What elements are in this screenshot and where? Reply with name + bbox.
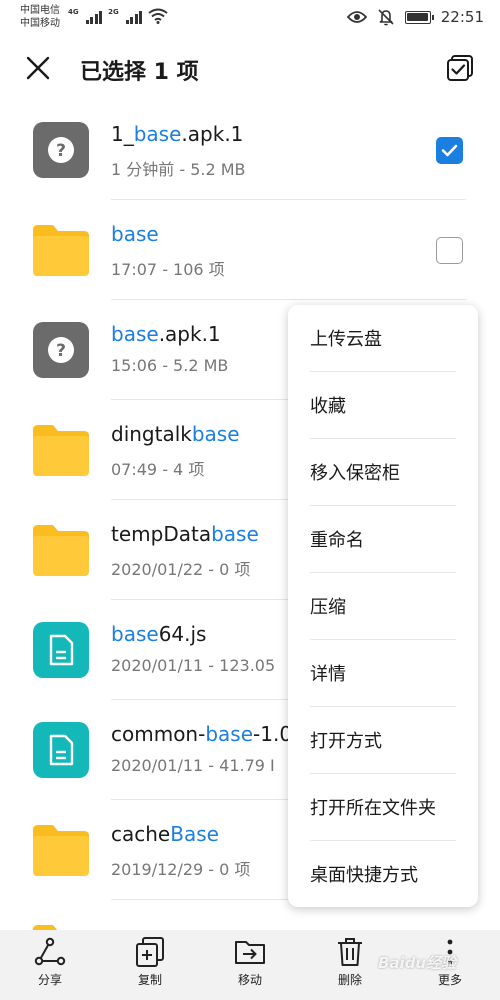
mute-icon: [378, 9, 394, 26]
carrier-1: 中国电信: [20, 5, 60, 16]
menu-item-label: 打开方式: [310, 731, 382, 752]
menu-item[interactable]: 重命名: [288, 506, 478, 573]
file-name-suffix: .apk.1: [181, 122, 244, 146]
more-menu: 上传云盘收藏移入保密柜重命名压缩详情打开方式打开所在文件夹 桌面快捷方式: [288, 305, 478, 907]
file-name-highlight: base: [133, 122, 182, 146]
folder-icon: [33, 522, 89, 578]
file-name: base: [111, 222, 159, 246]
menu-item[interactable]: 收藏: [288, 372, 478, 439]
list-item[interactable]: ? 1_base.apk.1 1 分钟前 - 5.2 MB: [0, 100, 500, 200]
list-item[interactable]: base 17:07 - 106 项: [0, 200, 500, 300]
status-right: 22:51: [346, 8, 484, 26]
file-name-suffix: -1.0: [253, 722, 293, 746]
menu-item[interactable]: 压缩: [288, 573, 478, 640]
carrier-2: 中国移动: [20, 18, 60, 29]
copy-icon: [136, 937, 164, 967]
file-name: base64.js: [111, 622, 206, 646]
folder-icon: [33, 222, 89, 278]
menu-item[interactable]: 上传云盘: [288, 305, 478, 372]
file-name-prefix: tempData: [111, 522, 212, 546]
file-name-highlight: base: [205, 722, 254, 746]
menu-item-label: 上传云盘: [310, 329, 382, 350]
menu-item[interactable]: 移入保密柜: [288, 439, 478, 506]
menu-item-label: 打开所在文件夹: [310, 798, 436, 819]
share-icon: [34, 937, 66, 966]
move-icon: [235, 941, 265, 964]
delete-label: 删除: [337, 973, 362, 987]
selection-header: 已选择 1 项: [0, 36, 500, 100]
file-meta: 2020/01/22 - 0 项: [111, 560, 251, 579]
unknown-file-icon: ?: [33, 122, 89, 178]
folder-icon: [33, 422, 89, 478]
file-name-highlight: base: [211, 522, 259, 546]
select-all-icon[interactable]: [444, 52, 476, 84]
delete-button[interactable]: 删除: [320, 936, 380, 996]
move-button[interactable]: 移动: [220, 936, 280, 996]
eye-icon: [346, 11, 367, 23]
move-label: 移动: [237, 973, 262, 987]
file-meta: 15:06 - 5.2 MB: [111, 356, 229, 375]
file-name-prefix: common-: [111, 722, 206, 746]
document-icon: [33, 722, 89, 778]
file-name-highlight: base: [191, 422, 240, 446]
trash-icon: [338, 938, 362, 966]
file-meta: 17:07 - 106 项: [111, 260, 225, 279]
signal-icon: [85, 10, 103, 24]
menu-item-label: 桌面快捷方式: [310, 865, 418, 886]
file-name: dingtalkbase: [111, 422, 240, 446]
checkbox-unchecked[interactable]: [436, 237, 463, 264]
file-meta: 2020/01/11 - 41.79 I: [111, 756, 275, 775]
menu-item-label: 详情: [310, 664, 346, 685]
file-name-prefix: dingtalk: [111, 422, 192, 446]
file-meta: 1 分钟前 - 5.2 MB: [111, 160, 246, 179]
copy-label: 复制: [137, 973, 162, 987]
file-meta: 2020/01/11 - 123.05: [111, 656, 276, 675]
file-meta: 2019/12/29 - 0 项: [111, 860, 251, 879]
clock: 22:51: [440, 8, 484, 26]
file-name-suffix: .apk.1: [158, 322, 221, 346]
status-bar: 中国电信 中国移动 4G 2G 22:51: [0, 0, 500, 36]
more-label: 更多: [437, 973, 462, 987]
document-icon: [33, 622, 89, 678]
file-name-highlight: base: [111, 622, 159, 646]
file-name: tempDatabase: [111, 522, 259, 546]
menu-item-label: 收藏: [310, 396, 346, 417]
wifi-icon: [148, 8, 168, 24]
page-title: 已选择 1 项: [80, 60, 199, 85]
file-name-highlight: base: [111, 222, 159, 246]
menu-item-label: 移入保密柜: [310, 463, 400, 484]
menu-item-label: 压缩: [310, 597, 346, 618]
file-name-prefix: 1_: [111, 122, 134, 146]
file-name: cacheBase: [111, 822, 219, 846]
menu-item[interactable]: 详情: [288, 640, 478, 707]
watermark: Baidu经验: [378, 954, 457, 972]
file-name-suffix: 64.js: [158, 622, 207, 646]
menu-item-label: 重命名: [310, 530, 364, 551]
network-indicators: 4G 2G: [68, 8, 168, 24]
share-button[interactable]: 分享: [20, 936, 80, 996]
file-meta: 07:49 - 4 项: [111, 460, 205, 479]
share-label: 分享: [37, 973, 62, 987]
battery-icon: [404, 10, 434, 24]
folder-icon: [33, 822, 89, 878]
checkbox-checked[interactable]: [436, 137, 463, 164]
net-type-1: 4G: [68, 8, 79, 16]
svg-text:?: ?: [56, 341, 66, 361]
file-name-prefix: cache: [111, 822, 171, 846]
carrier-info: 中国电信 中国移动: [20, 4, 60, 30]
file-name-highlight: base: [111, 322, 159, 346]
close-icon[interactable]: [22, 52, 54, 84]
menu-item[interactable]: 打开方式: [288, 707, 478, 774]
file-name: common-base-1.0: [111, 722, 292, 746]
copy-button[interactable]: 复制: [120, 936, 180, 996]
signal-icon: [125, 10, 143, 24]
svg-text:?: ?: [56, 141, 66, 161]
file-name-highlight: Base: [170, 822, 219, 846]
unknown-file-icon: ?: [33, 322, 89, 378]
menu-item[interactable]: 桌面快捷方式: [288, 841, 478, 908]
menu-item[interactable]: 打开所在文件夹: [288, 774, 478, 841]
file-name: base.apk.1: [111, 322, 221, 346]
net-type-2: 2G: [108, 8, 119, 16]
file-name: 1_base.apk.1: [111, 122, 243, 146]
